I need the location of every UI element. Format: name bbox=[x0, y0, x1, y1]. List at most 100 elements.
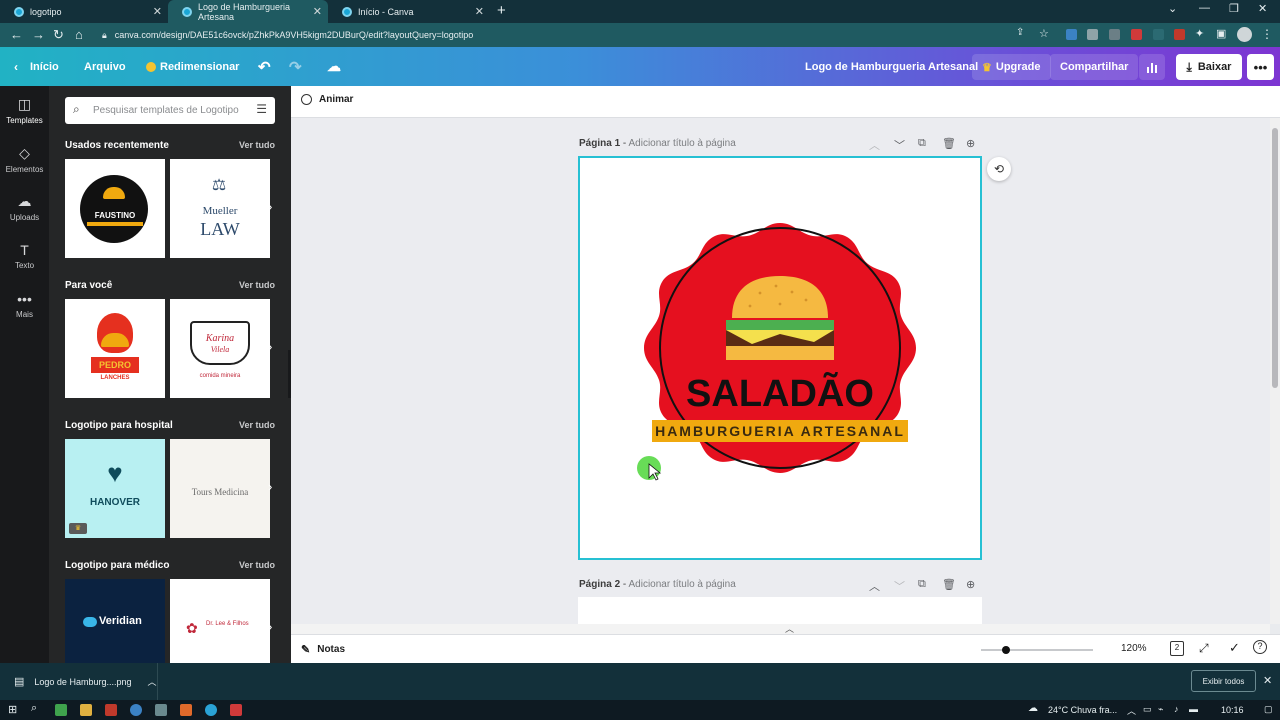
rail-uploads[interactable]: ☁ Uploads bbox=[0, 193, 49, 222]
extension-icon[interactable] bbox=[1066, 29, 1077, 40]
network-icon[interactable]: ⌁ bbox=[1158, 704, 1163, 715]
rail-templates[interactable]: ◫ Templates bbox=[0, 96, 49, 125]
chrome-icon[interactable] bbox=[130, 704, 142, 716]
new-tab-icon[interactable]: + bbox=[497, 2, 506, 19]
back-icon[interactable]: ← bbox=[10, 27, 23, 42]
template-thumb-pedro[interactable]: PEDRO LANCHES bbox=[65, 299, 165, 398]
browser-menu-icon[interactable]: ⋮ bbox=[1261, 27, 1273, 41]
template-thumb-mueller-law[interactable]: ⚖ Mueller LAW bbox=[170, 159, 270, 258]
maximize-icon[interactable]: ❐ bbox=[1229, 2, 1239, 15]
template-thumb-hanover[interactable]: ♥ HANOVER ♛ bbox=[65, 439, 165, 538]
see-all-link[interactable]: Ver tudo bbox=[239, 280, 275, 290]
rail-more[interactable]: ••• Mais bbox=[0, 291, 49, 319]
horizontal-scrollbar[interactable]: ︿ bbox=[291, 624, 1270, 634]
add-page-icon[interactable]: ⊕ bbox=[966, 578, 975, 591]
see-all-link[interactable]: Ver tudo bbox=[239, 560, 275, 570]
tab-logotipo[interactable]: logotipo ✕ bbox=[0, 0, 168, 23]
design-page-2[interactable] bbox=[578, 597, 982, 624]
template-thumb-dr-lee[interactable]: ✿ Dr. Lee & Filhos bbox=[170, 579, 270, 663]
download-item[interactable]: ▤ Logo de Hamburg....png ︿ bbox=[0, 663, 158, 700]
resize-button[interactable]: Redimensionar bbox=[146, 47, 239, 86]
zoom-slider-handle[interactable] bbox=[1002, 646, 1010, 654]
telegram-icon[interactable] bbox=[205, 704, 217, 716]
profile-avatar[interactable] bbox=[1237, 27, 1252, 42]
extension-icon[interactable] bbox=[1109, 29, 1120, 40]
duplicate-page-icon[interactable]: ⧉ bbox=[918, 137, 926, 150]
filter-icon[interactable]: ☰ bbox=[256, 102, 267, 116]
template-thumb-veridian[interactable]: Veridian bbox=[65, 579, 165, 663]
more-options-icon[interactable]: ••• bbox=[1247, 54, 1274, 80]
extension-icon[interactable] bbox=[1087, 29, 1098, 40]
volume-icon[interactable]: ♪ bbox=[1174, 704, 1179, 714]
vertical-scrollbar[interactable] bbox=[1270, 118, 1280, 624]
close-downloads-icon[interactable]: ✕ bbox=[1263, 674, 1272, 687]
close-window-icon[interactable]: ✕ bbox=[1258, 2, 1267, 15]
url-field[interactable]: 🔒︎ canva.com/design/DAE51c6ovck/pZhkPkA9… bbox=[96, 25, 1056, 45]
tab-logo-hamburgueria[interactable]: Logo de Hamburgueria Artesana ✕ bbox=[168, 0, 328, 23]
tab-inicio-canva[interactable]: Início - Canva ✕ bbox=[328, 0, 490, 23]
close-tab-icon[interactable]: ✕ bbox=[313, 5, 322, 18]
check-circle-icon[interactable]: ✓ bbox=[1229, 640, 1240, 656]
template-thumb-tours-medicina[interactable]: Tours Medicina bbox=[170, 439, 270, 538]
tray-icon[interactable]: ▭ bbox=[1143, 704, 1152, 715]
add-page-icon[interactable]: ⊕ bbox=[966, 137, 975, 150]
scrollbar-thumb[interactable] bbox=[1272, 128, 1278, 388]
page-count-button[interactable]: 2 bbox=[1170, 641, 1184, 656]
home-icon[interactable]: ⌂ bbox=[75, 27, 83, 42]
upgrade-button[interactable]: ♛ Upgrade bbox=[972, 54, 1051, 80]
app-icon[interactable] bbox=[230, 704, 242, 716]
extension-icon[interactable] bbox=[1131, 29, 1142, 40]
chevron-right-icon[interactable]: › bbox=[268, 619, 272, 634]
fullscreen-icon[interactable]: ⤢ bbox=[1199, 641, 1209, 656]
redo-icon[interactable]: ↷ bbox=[289, 47, 302, 86]
cloud-save-icon[interactable]: ☁ bbox=[327, 47, 341, 86]
help-icon[interactable]: ? bbox=[1253, 640, 1267, 654]
chevron-up-icon[interactable]: ︿ bbox=[869, 137, 880, 153]
delete-page-icon[interactable]: 🗑︎ bbox=[942, 137, 956, 150]
insights-chart-icon[interactable] bbox=[1139, 54, 1165, 80]
rotate-refresh-icon[interactable]: ⟲ bbox=[987, 157, 1011, 181]
zoom-slider[interactable] bbox=[981, 649, 1093, 651]
chevron-up-icon[interactable]: ︿ bbox=[147, 675, 156, 688]
extension-icon[interactable] bbox=[1153, 29, 1164, 40]
forward-icon[interactable]: → bbox=[32, 27, 45, 42]
page-2-label[interactable]: Página 2 - Adicionar título à página bbox=[579, 579, 736, 590]
design-page-1[interactable]: SALADÃO HAMBURGUERIA ARTESANAL bbox=[578, 156, 982, 560]
file-menu-button[interactable]: Arquivo bbox=[84, 47, 126, 86]
app-icon[interactable] bbox=[155, 704, 167, 716]
bookmark-star-icon[interactable]: ☆ bbox=[1039, 27, 1049, 40]
file-explorer-icon[interactable] bbox=[80, 704, 92, 716]
notes-button[interactable]: ✎ Notas bbox=[301, 643, 345, 656]
undo-icon[interactable]: ↶ bbox=[258, 47, 271, 86]
notifications-icon[interactable]: ▢ bbox=[1264, 704, 1273, 715]
close-tab-icon[interactable]: ✕ bbox=[153, 5, 162, 18]
app-icon[interactable] bbox=[55, 704, 67, 716]
sidebar-icon[interactable]: ▣ bbox=[1216, 27, 1226, 40]
template-thumb-faustino[interactable]: FAUSTINO bbox=[65, 159, 165, 258]
document-title[interactable]: Logo de Hamburgueria Artesanal bbox=[805, 47, 978, 86]
tab-search-icon[interactable]: ⌄ bbox=[1168, 2, 1177, 15]
chevron-down-icon[interactable]: ﹀ bbox=[894, 578, 905, 594]
battery-icon[interactable]: ▬ bbox=[1189, 704, 1198, 714]
app-icon[interactable] bbox=[180, 704, 192, 716]
windows-start-icon[interactable]: ⊞ bbox=[8, 703, 17, 716]
close-tab-icon[interactable]: ✕ bbox=[475, 5, 484, 18]
template-search-input[interactable]: ⌕ Pesquisar templates de Logotipo ☰ bbox=[65, 97, 275, 124]
chevron-right-icon[interactable]: › bbox=[268, 199, 272, 214]
share-button[interactable]: Compartilhar bbox=[1050, 54, 1139, 80]
rail-text[interactable]: T Texto bbox=[0, 242, 49, 270]
app-icon[interactable] bbox=[105, 704, 117, 716]
reload-icon[interactable]: ↻ bbox=[53, 27, 64, 43]
chevron-up-icon[interactable]: ︿ bbox=[869, 578, 880, 594]
clock-time[interactable]: 10:16 bbox=[1221, 705, 1244, 715]
template-thumb-karina[interactable]: Karina Vilela comida mineira bbox=[170, 299, 270, 398]
extension-icon[interactable] bbox=[1174, 29, 1185, 40]
animate-button[interactable]: Animar bbox=[301, 94, 353, 105]
chevron-right-icon[interactable]: › bbox=[268, 479, 272, 494]
tray-chevron-icon[interactable]: ︿ bbox=[1127, 704, 1136, 717]
rail-elements[interactable]: ◇ Elementos bbox=[0, 145, 49, 174]
zoom-level[interactable]: 120% bbox=[1121, 643, 1147, 654]
chevron-down-icon[interactable]: ﹀ bbox=[894, 137, 905, 153]
chevron-right-icon[interactable]: › bbox=[268, 339, 272, 354]
delete-page-icon[interactable]: 🗑︎ bbox=[942, 578, 956, 591]
